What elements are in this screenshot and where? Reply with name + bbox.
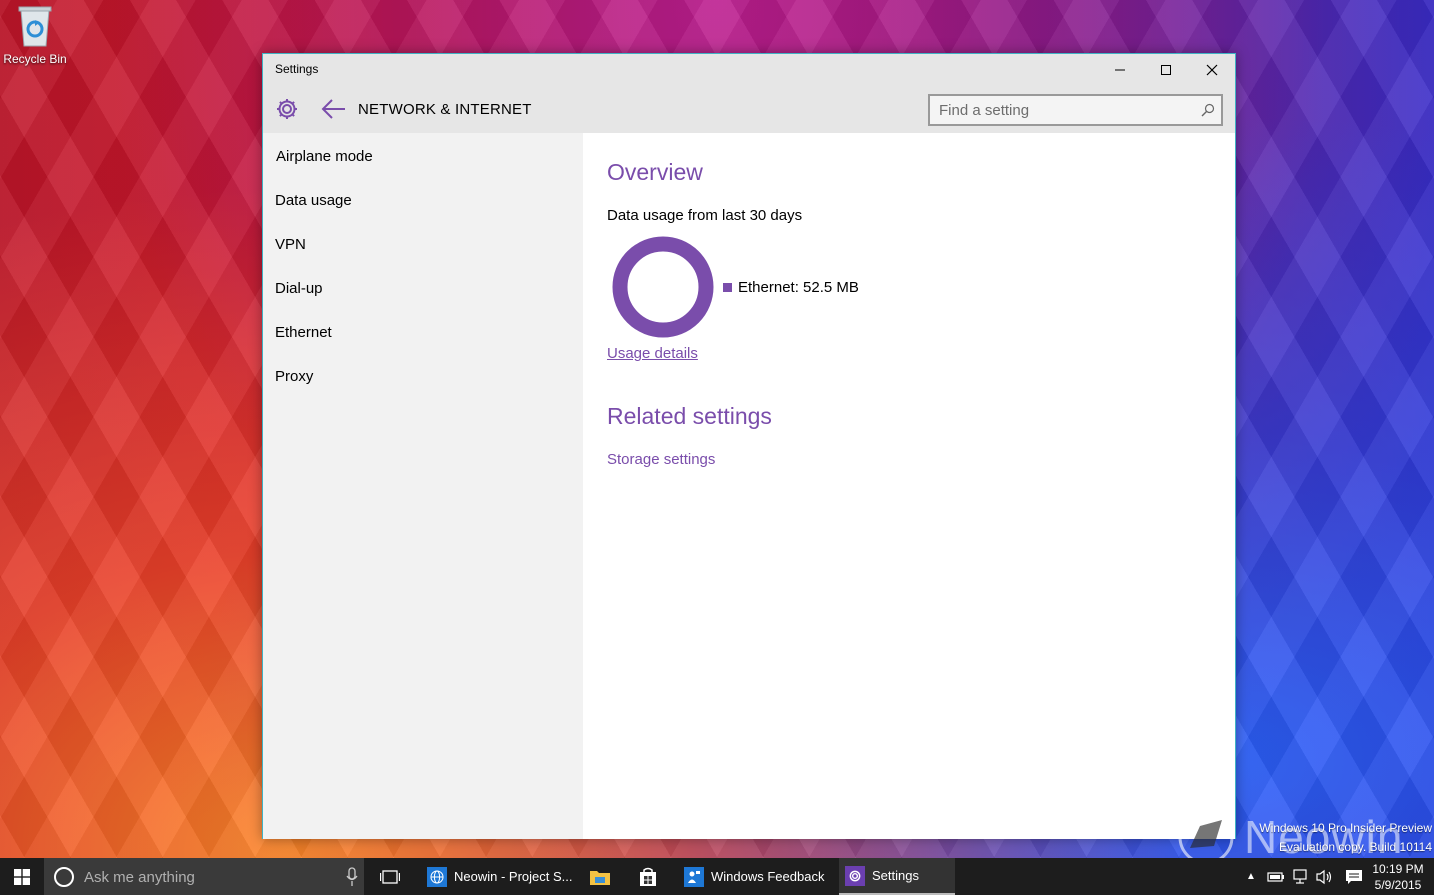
data-usage-caption: Data usage from last 30 days [607, 207, 803, 224]
folder-icon [590, 870, 610, 885]
chart-legend: Ethernet: 52.5 MB [723, 279, 859, 296]
clock-date: 5/9/2015 [1374, 878, 1422, 892]
settings-window: Settings NETWORK & INTERNET Find a setti… [262, 53, 1236, 839]
show-hidden-icons-chevron-up-icon[interactable]: ▲ [1243, 871, 1259, 882]
taskbar-app-label: Neowin - Project S... [454, 869, 573, 884]
page-title: NETWORK & INTERNET [358, 101, 532, 118]
task-view-icon [380, 869, 400, 884]
storage-settings-link[interactable]: Storage settings [607, 451, 715, 468]
system-tray: ▲ [1243, 858, 1363, 895]
back-arrow-icon[interactable] [321, 98, 347, 120]
cortana-icon [54, 867, 74, 887]
windows-build-watermark: Windows 10 Pro Insider Preview Evaluatio… [1259, 819, 1432, 857]
usage-details-link[interactable]: Usage details [607, 345, 698, 362]
gear-icon [277, 99, 297, 119]
data-usage-donut-chart [612, 236, 714, 338]
minimize-icon [1115, 69, 1125, 71]
watermark-line-1: Windows 10 Pro Insider Preview [1259, 821, 1432, 835]
search-input[interactable] [930, 96, 1180, 124]
recycle-bin-shortcut[interactable]: Recycle Bin [0, 4, 70, 66]
clock-time: 10:19 PM [1372, 862, 1424, 876]
taskbar-app-label: Windows Feedback [711, 869, 825, 884]
taskbar-app-label: Settings [872, 868, 919, 883]
settings-sidebar: Airplane mode Data usage VPN Dial-up Eth… [263, 133, 583, 839]
cortana-search-input[interactable] [84, 864, 324, 890]
close-icon [1206, 64, 1218, 76]
sidebar-item-data-usage[interactable]: Data usage [275, 192, 352, 209]
search-icon [1201, 103, 1215, 117]
ethernet-legend-swatch [723, 283, 732, 292]
maximize-icon [1161, 65, 1171, 75]
task-view-button[interactable] [372, 858, 408, 895]
store-bag-icon [640, 867, 656, 886]
taskbar-file-explorer[interactable] [580, 858, 620, 895]
action-center-icon[interactable] [1345, 869, 1363, 885]
sidebar-item-vpn[interactable]: VPN [275, 236, 306, 253]
related-settings-heading: Related settings [607, 403, 772, 429]
recycle-bin-icon [17, 4, 53, 48]
window-titlebar[interactable]: Settings [263, 54, 1235, 86]
sidebar-item-proxy[interactable]: Proxy [275, 368, 313, 385]
settings-gear-icon [845, 865, 865, 886]
settings-header: NETWORK & INTERNET [263, 86, 1235, 133]
recycle-bin-label: Recycle Bin [3, 52, 67, 66]
taskbar-app-browser[interactable]: Neowin - Project S... [421, 858, 579, 895]
close-button[interactable] [1189, 54, 1235, 86]
taskbar-app-settings[interactable]: Settings [839, 858, 955, 895]
ethernet-usage-ring [612, 236, 714, 338]
cortana-search-box[interactable] [44, 858, 364, 895]
taskbar-app-windows-feedback[interactable]: Windows Feedback [678, 858, 836, 895]
maximize-button[interactable] [1143, 54, 1189, 86]
sidebar-item-airplane-mode[interactable]: Airplane mode [276, 148, 373, 165]
taskbar: Neowin - Project S... Windows Feedback S… [0, 858, 1434, 895]
find-setting-search[interactable] [928, 94, 1223, 126]
taskbar-clock[interactable]: 10:19 PM 5/9/2015 [1368, 861, 1428, 893]
network-icon[interactable] [1291, 868, 1309, 885]
taskbar-store[interactable] [628, 858, 668, 895]
settings-content: Overview Data usage from last 30 days Et… [583, 133, 1235, 839]
windows-logo-icon [14, 868, 30, 885]
feedback-icon [684, 866, 704, 887]
overview-heading: Overview [607, 159, 703, 185]
globe-icon [427, 866, 447, 887]
microphone-icon[interactable] [346, 867, 358, 887]
minimize-button[interactable] [1097, 54, 1143, 86]
watermark-line-2: Evaluation copy. Build 10114 [1279, 840, 1432, 854]
sidebar-item-dial-up[interactable]: Dial-up [275, 280, 323, 297]
sidebar-item-ethernet[interactable]: Ethernet [275, 324, 332, 341]
window-title: Settings [275, 62, 319, 76]
start-button[interactable] [0, 858, 44, 895]
volume-icon[interactable] [1315, 869, 1333, 885]
battery-icon[interactable] [1267, 870, 1285, 884]
ethernet-legend-label: Ethernet: 52.5 MB [738, 279, 859, 296]
